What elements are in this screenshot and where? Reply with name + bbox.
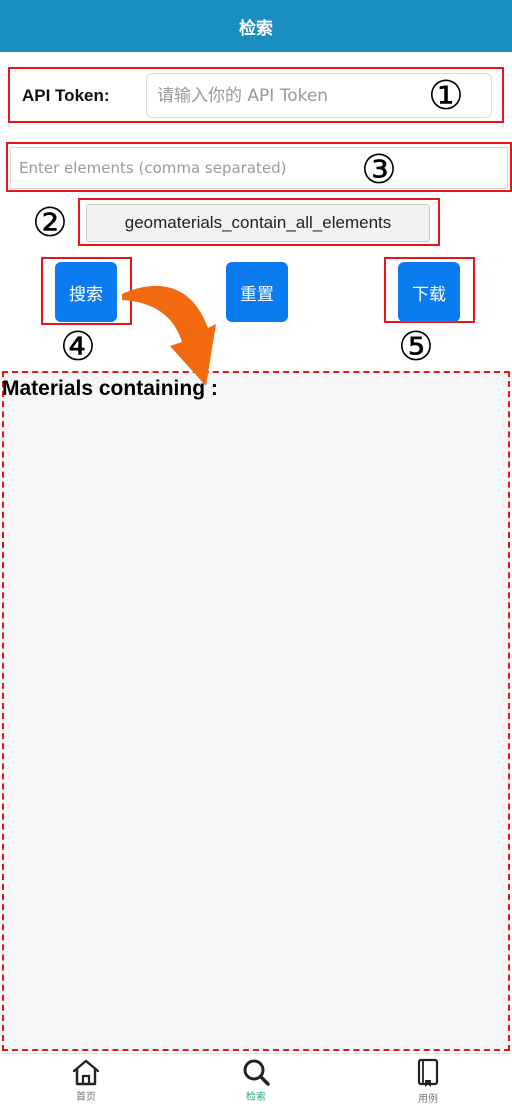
page-header: 检索 — [0, 0, 512, 52]
annotation-number-3: ③ — [361, 147, 397, 193]
tab-search[interactable]: 检索 — [211, 1054, 301, 1106]
annotation-number-1: ① — [428, 73, 464, 119]
tab-home-label: 首页 — [76, 1092, 96, 1103]
search-button[interactable]: 搜索 — [55, 262, 117, 322]
download-button[interactable]: 下载 — [398, 262, 460, 322]
flow-arrow-icon — [122, 285, 216, 386]
tab-examples[interactable]: 用例 — [383, 1054, 473, 1106]
search-icon — [243, 1059, 270, 1086]
tab-search-label: 检索 — [246, 1092, 266, 1103]
api-token-label: API Token: — [22, 86, 110, 105]
home-icon — [72, 1059, 100, 1086]
search-button-label: 搜索 — [69, 284, 103, 305]
tab-examples-label: 用例 — [418, 1094, 438, 1105]
function-selector[interactable]: geomaterials_contain_all_elements — [86, 204, 430, 242]
book-icon — [417, 1058, 439, 1087]
elements-input[interactable] — [10, 147, 508, 189]
annotation-number-4: ④ — [60, 324, 96, 370]
function-selector-value: geomaterials_contain_all_elements — [124, 213, 392, 232]
results-annotation-box — [2, 371, 510, 1051]
page-title: 检索 — [239, 18, 273, 39]
tab-home[interactable]: 首页 — [41, 1054, 131, 1106]
annotation-number-2: ② — [32, 200, 68, 246]
download-button-label: 下载 — [412, 284, 446, 305]
annotation-number-5: ⑤ — [398, 324, 434, 370]
